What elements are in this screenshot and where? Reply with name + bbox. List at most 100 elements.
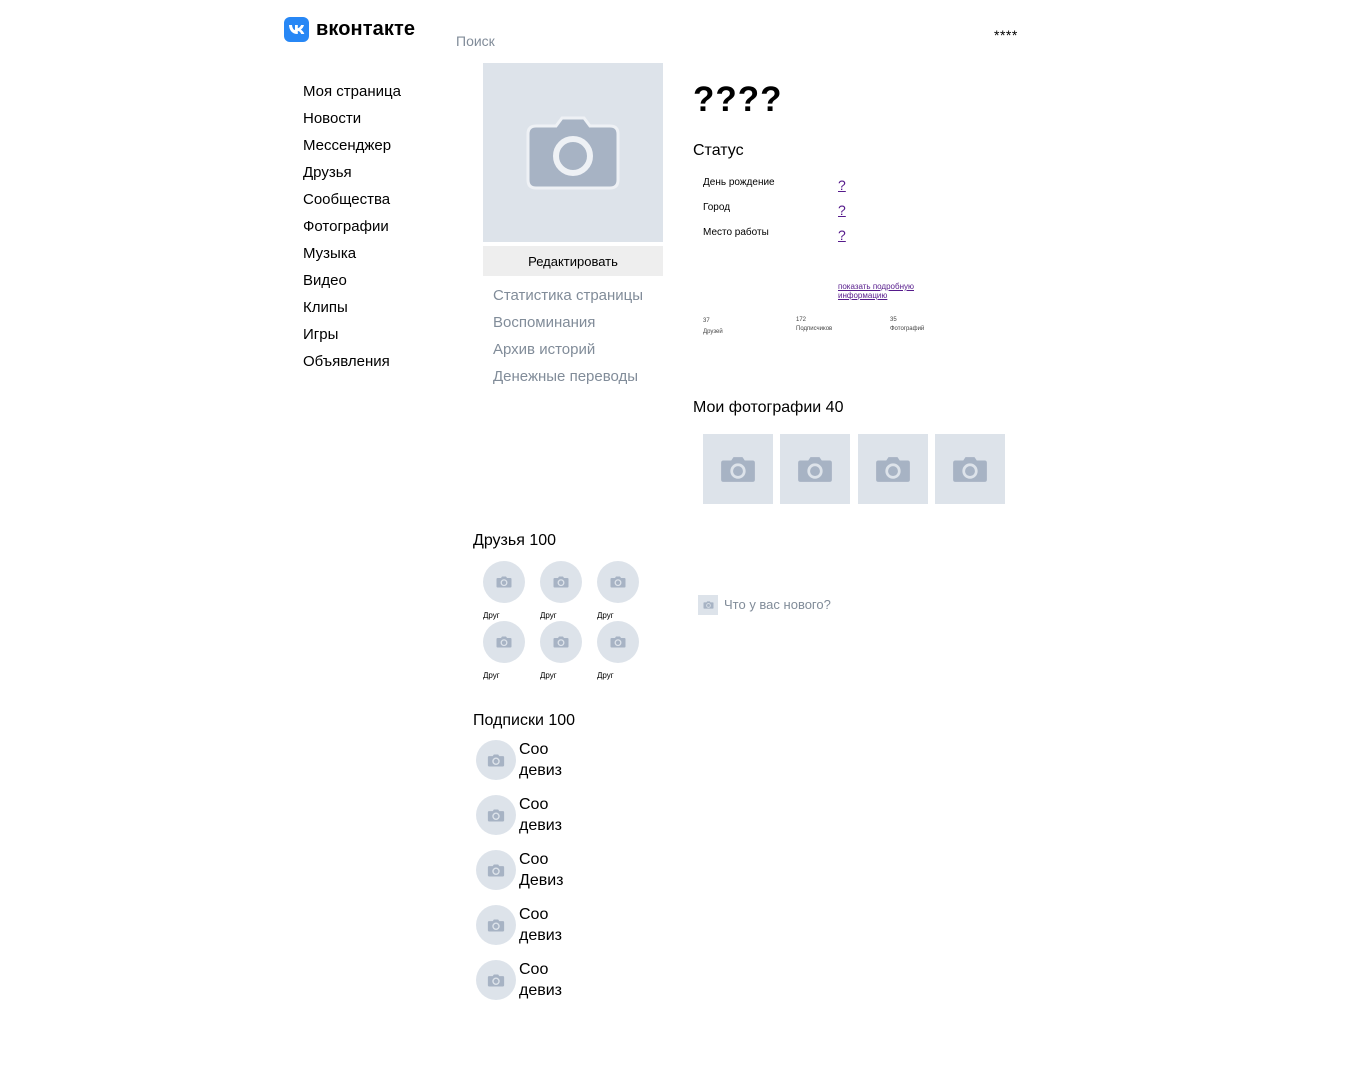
left-nav: Моя страница Новости Мессенджер Друзья С… <box>303 82 401 379</box>
photo-thumbnail[interactable] <box>703 434 773 504</box>
stories-archive-link[interactable]: Архив историй <box>493 340 643 367</box>
friend-name[interactable]: Друг <box>483 671 533 681</box>
nav-item-games[interactable]: Игры <box>303 325 401 352</box>
work-value[interactable]: ? <box>838 227 846 243</box>
friend-name[interactable]: Друг <box>597 671 647 681</box>
nav-item-friends[interactable]: Друзья <box>303 163 401 190</box>
friend-name[interactable]: Друг <box>597 611 647 621</box>
user-menu[interactable]: **** <box>994 27 1018 43</box>
community-name[interactable]: Соо <box>519 739 562 760</box>
camera-icon <box>610 576 626 588</box>
my-photos-title[interactable]: Мои фотографии 40 <box>693 399 843 417</box>
work-label: Место работы <box>703 227 769 238</box>
community-motto: Девиз <box>519 872 564 889</box>
friend-item[interactable]: Друг <box>483 621 533 681</box>
photo-thumbnail[interactable] <box>780 434 850 504</box>
nav-item-messenger[interactable]: Мессенджер <box>303 136 401 163</box>
counter-label: Друзей <box>703 329 723 335</box>
community-motto: девиз <box>519 762 563 779</box>
community-name[interactable]: Соо <box>519 849 564 870</box>
community-name[interactable]: Соо <box>519 794 562 815</box>
show-details-link[interactable]: показать подробную информацию <box>838 282 928 300</box>
edit-profile-button[interactable]: Редактировать <box>483 246 663 276</box>
profile-avatar[interactable] <box>483 63 663 242</box>
nav-item-music[interactable]: Музыка <box>303 244 401 271</box>
friends-title[interactable]: Друзья 100 <box>473 532 556 550</box>
friend-item[interactable]: Друг <box>540 621 590 681</box>
counter-friends[interactable]: 37 Друзей <box>703 318 723 335</box>
vk-logo-icon <box>284 17 309 42</box>
friend-item[interactable]: Друг <box>597 561 647 621</box>
money-transfers-link[interactable]: Денежные переводы <box>493 367 643 394</box>
memories-link[interactable]: Воспоминания <box>493 313 643 340</box>
community-motto: девиз <box>519 817 563 834</box>
camera-icon <box>610 636 626 648</box>
birthday-label: День рождение <box>703 177 775 188</box>
nav-item-news[interactable]: Новости <box>303 109 401 136</box>
friend-avatar[interactable] <box>483 621 525 663</box>
profile-status[interactable]: Статус <box>693 142 744 160</box>
community-name[interactable]: Соо <box>519 959 562 980</box>
photo-thumbnail[interactable] <box>935 434 1005 504</box>
photo-thumbnail[interactable] <box>858 434 928 504</box>
friend-avatar[interactable] <box>483 561 525 603</box>
subscription-item[interactable]: Соо Девиз <box>476 849 564 891</box>
camera-icon <box>721 456 755 482</box>
nav-item-video[interactable]: Видео <box>303 271 401 298</box>
friend-item[interactable]: Друг <box>540 561 590 621</box>
camera-icon <box>553 576 569 588</box>
birthday-value[interactable]: ? <box>838 177 846 193</box>
camera-icon <box>798 456 832 482</box>
friend-avatar[interactable] <box>540 621 582 663</box>
friend-item[interactable]: Друг <box>483 561 533 621</box>
community-avatar[interactable] <box>476 850 516 890</box>
camera-icon <box>487 864 505 876</box>
friend-item[interactable]: Друг <box>597 621 647 681</box>
counter-label: Фотографий <box>890 326 925 332</box>
nav-item-ads[interactable]: Объявления <box>303 352 401 379</box>
camera-icon <box>876 456 910 482</box>
community-avatar[interactable] <box>476 960 516 1000</box>
friend-avatar[interactable] <box>597 561 639 603</box>
camera-icon <box>703 601 713 609</box>
friend-avatar[interactable] <box>597 621 639 663</box>
counter-followers[interactable]: 172 Подписчиков <box>796 317 832 332</box>
community-avatar[interactable] <box>476 740 516 780</box>
vk-logo[interactable]: вконтакте <box>284 17 415 42</box>
subscription-item[interactable]: Соо девиз <box>476 794 562 836</box>
city-label: Город <box>703 202 731 213</box>
counter-value: 35 <box>890 317 897 323</box>
friend-name[interactable]: Друг <box>540 671 590 681</box>
camera-icon <box>487 974 505 986</box>
camera-icon <box>496 576 512 588</box>
search-input[interactable]: Поиск <box>456 33 495 49</box>
subscriptions-title[interactable]: Подписки 100 <box>473 712 575 730</box>
counter-value: 172 <box>796 317 807 323</box>
camera-icon <box>496 636 512 648</box>
subscription-item[interactable]: Соо девиз <box>476 904 562 946</box>
profile-name: ???? <box>693 80 783 119</box>
page-stats-link[interactable]: Статистика страницы <box>493 286 643 313</box>
friend-avatar[interactable] <box>540 561 582 603</box>
profile-side-links: Статистика страницы Воспоминания Архив и… <box>493 286 643 394</box>
counter-photos[interactable]: 35 Фотографий <box>890 317 924 332</box>
camera-icon <box>487 809 505 821</box>
nav-item-photos[interactable]: Фотографии <box>303 217 401 244</box>
city-value[interactable]: ? <box>838 202 846 218</box>
nav-item-communities[interactable]: Сообщества <box>303 190 401 217</box>
subscription-item[interactable]: Соо девиз <box>476 959 562 1001</box>
community-name[interactable]: Соо <box>519 904 562 925</box>
camera-icon <box>953 456 987 482</box>
community-motto: девиз <box>519 927 563 944</box>
nav-item-clips[interactable]: Клипы <box>303 298 401 325</box>
community-avatar[interactable] <box>476 795 516 835</box>
new-post-input[interactable]: Что у вас нового? <box>724 597 831 612</box>
counter-value: 37 <box>703 318 710 324</box>
friend-name[interactable]: Друг <box>540 611 590 621</box>
subscription-item[interactable]: Соо девиз <box>476 739 562 781</box>
post-author-avatar <box>698 595 718 615</box>
community-avatar[interactable] <box>476 905 516 945</box>
camera-icon <box>487 919 505 931</box>
nav-item-my-page[interactable]: Моя страница <box>303 82 401 109</box>
friend-name[interactable]: Друг <box>483 611 533 621</box>
